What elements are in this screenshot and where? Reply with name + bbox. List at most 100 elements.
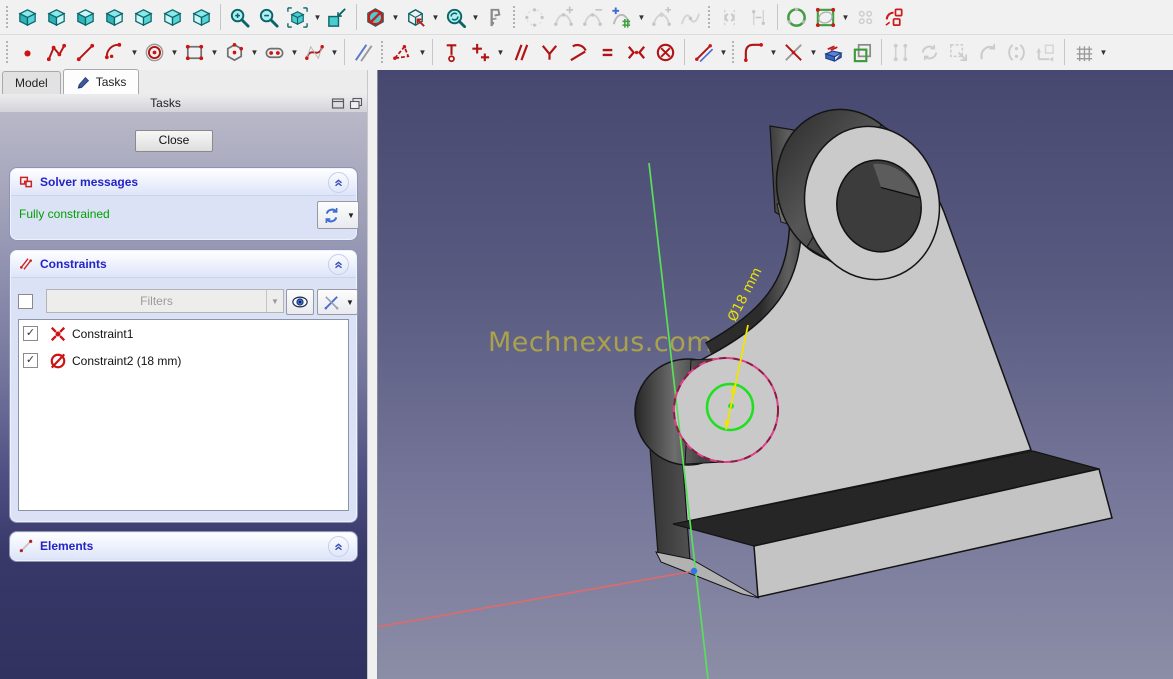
- view-right-icon[interactable]: [100, 2, 129, 33]
- tab-tasks[interactable]: Tasks: [62, 69, 140, 94]
- create-slot-dropdown-arrow[interactable]: ▼: [289, 38, 300, 67]
- bspline-control-polygon-dropdown-arrow[interactable]: ▼: [840, 3, 851, 32]
- create-polyline-icon[interactable]: [42, 37, 71, 68]
- toggle-grid-icon[interactable]: [1069, 37, 1098, 68]
- filters-combobox[interactable]: Filters ▼: [46, 289, 284, 313]
- activate-constraint-icon[interactable]: [880, 2, 909, 33]
- bspline-knot-multiplicity-dropdown-arrow[interactable]: ▼: [636, 3, 647, 32]
- constraints-list[interactable]: ✓ Constraint1 ✓ Constraint2 (18 mm): [18, 319, 349, 511]
- constraint-settings-button[interactable]: [317, 289, 345, 315]
- switch-virtual-space-icon[interactable]: [1031, 37, 1060, 68]
- external-geometry-icon[interactable]: [819, 37, 848, 68]
- constraint-visibility-checkbox[interactable]: ✓: [23, 353, 38, 368]
- carbon-copy-icon[interactable]: [848, 37, 877, 68]
- create-arc-icon[interactable]: [100, 37, 129, 68]
- collapse-chevron-icon[interactable]: [328, 535, 349, 557]
- zoom-out-icon[interactable]: [254, 2, 283, 33]
- create-line-icon[interactable]: [71, 37, 100, 68]
- bspline-insert-knot-icon[interactable]: [647, 2, 676, 33]
- show-hide-constraints-button[interactable]: [286, 289, 314, 315]
- bspline-knot-multiplicity-icon[interactable]: [607, 2, 636, 33]
- bspline-degree-increase-icon[interactable]: [549, 2, 578, 33]
- split-edge-icon[interactable]: [349, 37, 378, 68]
- constrain-lock-icon[interactable]: [466, 37, 495, 68]
- clone-offset-icon[interactable]: [851, 2, 880, 33]
- collapse-chevron-icon[interactable]: [328, 253, 349, 275]
- constrain-perpendicular-icon[interactable]: [535, 37, 564, 68]
- create-circle-icon[interactable]: [140, 37, 169, 68]
- trim-edge-icon[interactable]: [779, 37, 808, 68]
- view-bottom-icon[interactable]: [158, 2, 187, 33]
- constraint-list-item[interactable]: ✓ Constraint2 (18 mm): [19, 347, 348, 374]
- view-axonometric-icon[interactable]: [13, 2, 42, 33]
- fillet-dropdown-arrow[interactable]: ▼: [768, 38, 779, 67]
- construction-mode-icon[interactable]: [388, 37, 417, 68]
- clipping-plane-dropdown-arrow[interactable]: ▼: [390, 3, 401, 32]
- zoom-sync-icon[interactable]: [441, 2, 470, 33]
- constrain-lock-dropdown-arrow[interactable]: ▼: [495, 38, 506, 67]
- view-top-icon[interactable]: [71, 2, 100, 33]
- fillet-icon[interactable]: [739, 37, 768, 68]
- dock-restore-button[interactable]: [349, 97, 363, 110]
- constraints-header[interactable]: Constraints: [11, 251, 356, 278]
- constrain-distance-dropdown-arrow[interactable]: ▼: [718, 38, 729, 67]
- constraint-visibility-checkbox[interactable]: ✓: [23, 326, 38, 341]
- select-associated-constraints-icon[interactable]: [973, 37, 1002, 68]
- bspline-comb-icon[interactable]: [520, 2, 549, 33]
- refresh-button[interactable]: [317, 201, 346, 229]
- create-circle-dropdown-arrow[interactable]: ▼: [169, 38, 180, 67]
- create-polygon-icon[interactable]: [220, 37, 249, 68]
- trim-edge-dropdown-arrow[interactable]: ▼: [808, 38, 819, 67]
- view-left-icon[interactable]: [187, 2, 216, 33]
- toggle-grid-dropdown-arrow[interactable]: ▼: [1098, 38, 1109, 67]
- bspline-periodic-icon[interactable]: [782, 2, 811, 33]
- select-redundant-constraints-icon[interactable]: [915, 37, 944, 68]
- constrain-equal-icon[interactable]: [593, 37, 622, 68]
- construction-mode-dropdown-arrow[interactable]: ▼: [417, 38, 428, 67]
- constrain-tangent-icon[interactable]: [564, 37, 593, 68]
- constrain-vertical-distance-icon[interactable]: [437, 37, 466, 68]
- mirror-elements-icon[interactable]: [715, 2, 744, 33]
- create-polygon-dropdown-arrow[interactable]: ▼: [249, 38, 260, 67]
- elements-header[interactable]: Elements: [11, 533, 356, 559]
- constrain-parallel-icon[interactable]: [506, 37, 535, 68]
- zoom-fit-all-icon[interactable]: [283, 2, 312, 33]
- 3d-viewport[interactable]: Mechnexus.com Ø18 mm: [377, 70, 1173, 679]
- zoom-fit-all-dropdown-arrow[interactable]: ▼: [312, 3, 323, 32]
- refresh-dropdown-button[interactable]: ▼: [344, 201, 359, 229]
- collapse-chevron-icon[interactable]: [328, 171, 349, 193]
- create-point-icon[interactable]: [13, 37, 42, 68]
- view-front-icon[interactable]: [42, 2, 71, 33]
- zoom-selection-icon[interactable]: [323, 2, 352, 33]
- constrain-symmetric-icon[interactable]: [622, 37, 651, 68]
- bspline-join-icon[interactable]: [676, 2, 705, 33]
- create-rectangle-dropdown-arrow[interactable]: ▼: [209, 38, 220, 67]
- clipping-plane-icon[interactable]: [361, 2, 390, 33]
- close-button[interactable]: Close: [135, 130, 213, 152]
- view-sketch-normal-icon[interactable]: [401, 2, 430, 33]
- measure-distance-icon[interactable]: [481, 2, 510, 33]
- select-constrained-elements-icon[interactable]: [886, 37, 915, 68]
- view-sketch-normal-dropdown-arrow[interactable]: ▼: [430, 3, 441, 32]
- bspline-control-polygon-icon[interactable]: [811, 2, 840, 33]
- constrain-block-icon[interactable]: [651, 37, 680, 68]
- create-bspline-icon[interactable]: [300, 37, 329, 68]
- dock-float-button[interactable]: [331, 97, 345, 110]
- show-internal-geometry-icon[interactable]: [1002, 37, 1031, 68]
- symmetry-line-icon[interactable]: [744, 2, 773, 33]
- solver-messages-header[interactable]: Solver messages: [11, 169, 356, 196]
- origin-point[interactable]: [690, 567, 698, 575]
- create-slot-icon[interactable]: [260, 37, 289, 68]
- view-rear-icon[interactable]: [129, 2, 158, 33]
- create-bspline-dropdown-arrow[interactable]: ▼: [329, 38, 340, 67]
- constraint-settings-dropdown[interactable]: ▼: [343, 289, 358, 315]
- bspline-degree-decrease-icon[interactable]: [578, 2, 607, 33]
- zoom-sync-dropdown-arrow[interactable]: ▼: [470, 3, 481, 32]
- constraint-list-item[interactable]: ✓ Constraint1: [19, 320, 348, 347]
- filter-checkbox[interactable]: [18, 293, 33, 309]
- create-rectangle-icon[interactable]: [180, 37, 209, 68]
- select-conflicting-constraints-icon[interactable]: [944, 37, 973, 68]
- constrain-distance-icon[interactable]: [689, 37, 718, 68]
- create-arc-dropdown-arrow[interactable]: ▼: [129, 38, 140, 67]
- zoom-in-icon[interactable]: [225, 2, 254, 33]
